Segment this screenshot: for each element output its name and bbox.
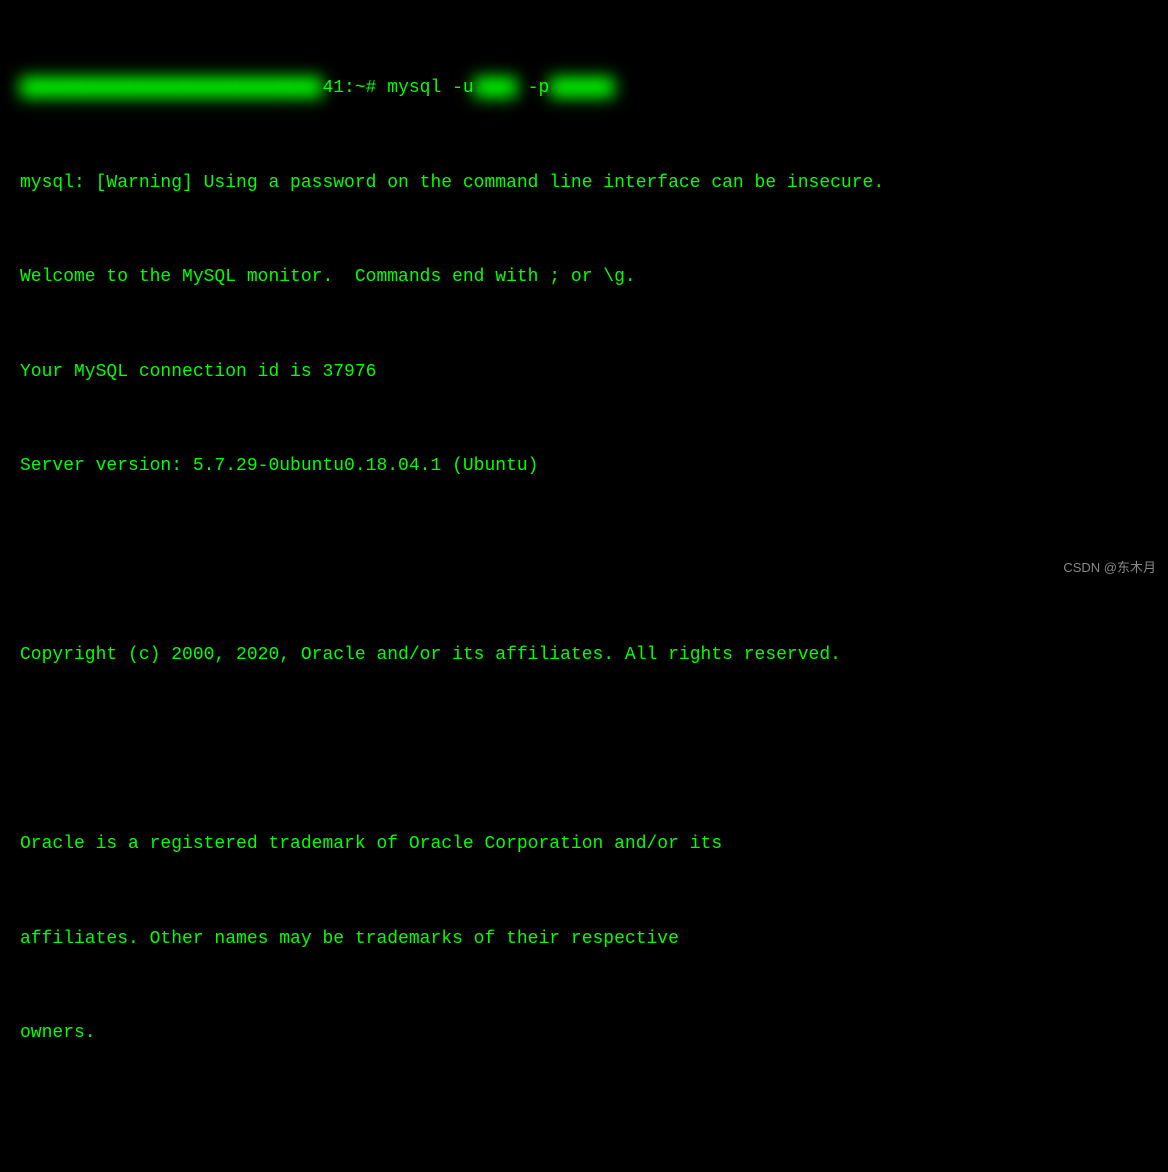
output-line-warning: mysql: [Warning] Using a password on the… xyxy=(20,168,1148,200)
terminal-output[interactable]: ████████████████████████████ 41:~# mysql… xyxy=(20,10,1148,1172)
output-blank xyxy=(20,1113,1148,1145)
command-line: ████████████████████████████ 41:~# mysql… xyxy=(20,73,1148,105)
output-line-welcome: Welcome to the MySQL monitor. Commands e… xyxy=(20,262,1148,294)
output-blank xyxy=(20,735,1148,767)
redacted-password: ██████ xyxy=(549,73,614,105)
output-line-copyright: Copyright (c) 2000, 2020, Oracle and/or … xyxy=(20,640,1148,672)
output-line-oracle1: Oracle is a registered trademark of Orac… xyxy=(20,829,1148,861)
output-line-connection: Your MySQL connection id is 37976 xyxy=(20,357,1148,389)
output-blank xyxy=(20,546,1148,578)
watermark-text: CSDN @东木月 xyxy=(1063,557,1156,580)
command-part2: -p xyxy=(517,73,549,105)
command-part1: 41:~# mysql -u xyxy=(322,73,473,105)
output-line-oracle2: affiliates. Other names may be trademark… xyxy=(20,924,1148,956)
redacted-user: ████ xyxy=(474,73,517,105)
redacted-host: ████████████████████████████ xyxy=(20,73,322,105)
output-line-oracle3: owners. xyxy=(20,1018,1148,1050)
output-line-server: Server version: 5.7.29-0ubuntu0.18.04.1 … xyxy=(20,451,1148,483)
